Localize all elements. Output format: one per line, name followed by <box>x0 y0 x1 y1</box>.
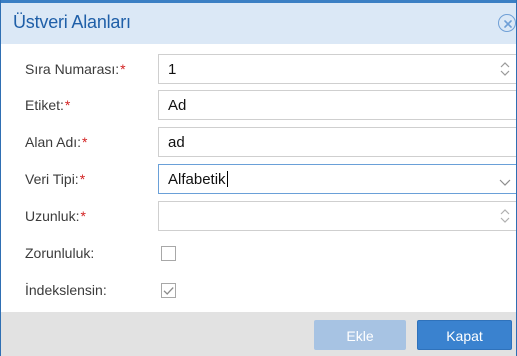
metadata-form: Sıra Numarası:* 1 Etiket:* Ad Alan Adı:* <box>1 44 516 312</box>
veri-tipi-value: Alfabetik <box>168 171 228 188</box>
checkmark-icon <box>163 287 174 295</box>
uzunluk-input[interactable] <box>158 201 516 231</box>
dialog-footer: Ekle Kapat <box>1 312 516 356</box>
uzunluk-label: Uzunluk:* <box>25 208 86 224</box>
row-indekslensin: İndekslensin: <box>1 274 516 308</box>
row-veri-tipi: Veri Tipi:* Alfabetik <box>1 163 516 197</box>
alan-adi-value: ad <box>168 134 185 151</box>
dialog-titlebar: Üstveri Alanları <box>1 0 516 44</box>
etiket-value: Ad <box>168 97 187 114</box>
metadata-fields-dialog: Üstveri Alanları Sıra Numarası:* 1 Etike… <box>0 0 517 356</box>
dialog-title: Üstveri Alanları <box>13 12 131 32</box>
close-button[interactable]: Kapat <box>417 320 512 350</box>
row-uzunluk: Uzunluk:* <box>1 200 516 234</box>
required-mark: * <box>79 171 86 187</box>
row-etiket: Etiket:* Ad <box>1 89 516 123</box>
required-mark: * <box>64 97 71 113</box>
chevron-down-icon[interactable] <box>499 174 511 186</box>
spinner-icon[interactable] <box>498 59 512 79</box>
required-mark: * <box>82 134 88 150</box>
required-mark: * <box>80 208 86 224</box>
spinner-icon[interactable] <box>498 206 512 226</box>
etiket-input[interactable]: Ad <box>158 90 516 120</box>
alan-adi-label: Alan Adı:* <box>25 134 88 150</box>
zorunluluk-label: Zorunluluk: <box>25 245 95 261</box>
indekslensin-label: İndekslensin: <box>25 282 107 298</box>
etiket-label: Etiket:* <box>25 97 71 113</box>
sira-numarasi-input[interactable]: 1 <box>158 54 516 84</box>
add-button[interactable]: Ekle <box>314 320 406 350</box>
row-zorunluluk: Zorunluluk: <box>1 237 516 271</box>
close-icon[interactable] <box>498 14 516 32</box>
zorunluluk-checkbox[interactable] <box>161 246 176 261</box>
sira-numarasi-label: Sıra Numarası:* <box>25 61 126 77</box>
indekslensin-checkbox[interactable] <box>161 283 176 298</box>
required-mark: * <box>120 61 126 77</box>
row-sira-numarasi: Sıra Numarası:* 1 <box>1 53 516 87</box>
alan-adi-input[interactable]: ad <box>158 127 516 157</box>
row-alan-adi: Alan Adı:* ad <box>1 126 516 160</box>
sira-numarasi-value: 1 <box>168 61 177 78</box>
veri-tipi-label: Veri Tipi:* <box>25 171 86 187</box>
veri-tipi-select[interactable]: Alfabetik <box>158 164 516 194</box>
text-caret <box>226 171 228 187</box>
